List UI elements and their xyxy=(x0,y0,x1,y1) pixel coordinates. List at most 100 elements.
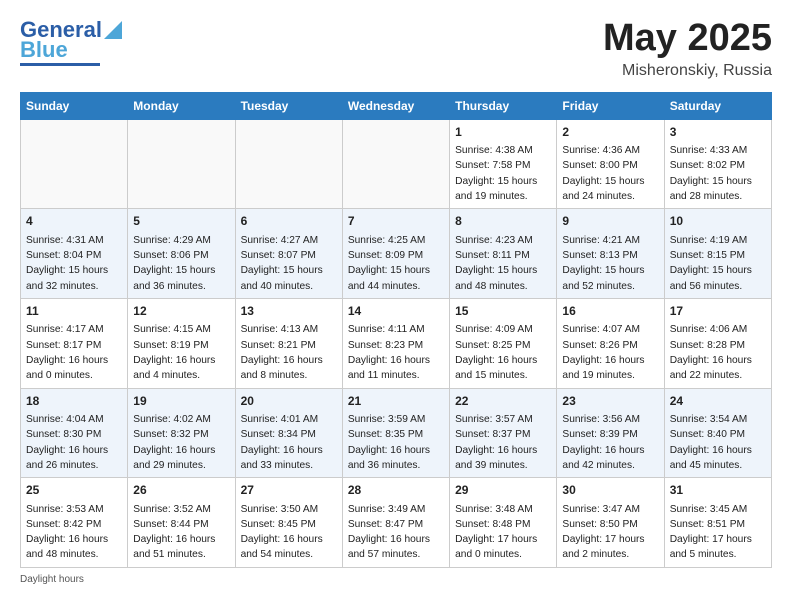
table-row: 27 Sunrise: 3:50 AM Sunset: 8:45 PM Dayli… xyxy=(235,478,342,568)
day-number: 24 xyxy=(670,393,766,410)
table-row: 12 Sunrise: 4:15 AM Sunset: 8:19 PM Dayli… xyxy=(128,298,235,388)
day-info: Sunrise: 4:29 AM Sunset: 8:06 PM Dayligh… xyxy=(133,233,229,294)
day-number: 14 xyxy=(348,303,444,320)
calendar-header-row: Sunday Monday Tuesday Wednesday Thursday… xyxy=(21,92,772,119)
table-row xyxy=(342,119,449,209)
logo-arrow-icon xyxy=(104,21,122,39)
footer-note: Daylight hours xyxy=(20,574,772,585)
day-info: Sunrise: 4:09 AM Sunset: 8:25 PM Dayligh… xyxy=(455,322,551,383)
logo: General Blue xyxy=(20,18,122,66)
day-number: 13 xyxy=(241,303,337,320)
col-saturday: Saturday xyxy=(664,92,771,119)
day-info: Sunrise: 3:50 AM Sunset: 8:45 PM Dayligh… xyxy=(241,502,337,563)
day-number: 16 xyxy=(562,303,658,320)
day-number: 5 xyxy=(133,213,229,230)
col-sunday: Sunday xyxy=(21,92,128,119)
table-row: 2 Sunrise: 4:36 AM Sunset: 8:00 PM Daylig… xyxy=(557,119,664,209)
day-number: 27 xyxy=(241,482,337,499)
table-row: 17 Sunrise: 4:06 AM Sunset: 8:28 PM Dayli… xyxy=(664,298,771,388)
table-row: 3 Sunrise: 4:33 AM Sunset: 8:02 PM Daylig… xyxy=(664,119,771,209)
day-number: 11 xyxy=(26,303,122,320)
col-tuesday: Tuesday xyxy=(235,92,342,119)
day-info: Sunrise: 3:47 AM Sunset: 8:50 PM Dayligh… xyxy=(562,502,658,563)
day-number: 31 xyxy=(670,482,766,499)
day-number: 22 xyxy=(455,393,551,410)
table-row: 1 Sunrise: 4:38 AM Sunset: 7:58 PM Daylig… xyxy=(450,119,557,209)
day-info: Sunrise: 3:59 AM Sunset: 8:35 PM Dayligh… xyxy=(348,412,444,473)
day-number: 15 xyxy=(455,303,551,320)
subtitle: Misheronskiy, Russia xyxy=(603,62,772,80)
day-number: 10 xyxy=(670,213,766,230)
table-row: 8 Sunrise: 4:23 AM Sunset: 8:11 PM Daylig… xyxy=(450,209,557,299)
day-info: Sunrise: 4:25 AM Sunset: 8:09 PM Dayligh… xyxy=(348,233,444,294)
table-row: 15 Sunrise: 4:09 AM Sunset: 8:25 PM Dayli… xyxy=(450,298,557,388)
table-row: 22 Sunrise: 3:57 AM Sunset: 8:37 PM Dayli… xyxy=(450,388,557,478)
day-number: 20 xyxy=(241,393,337,410)
table-row: 16 Sunrise: 4:07 AM Sunset: 8:26 PM Dayli… xyxy=(557,298,664,388)
day-info: Sunrise: 4:13 AM Sunset: 8:21 PM Dayligh… xyxy=(241,322,337,383)
table-row: 14 Sunrise: 4:11 AM Sunset: 8:23 PM Dayli… xyxy=(342,298,449,388)
day-info: Sunrise: 4:31 AM Sunset: 8:04 PM Dayligh… xyxy=(26,233,122,294)
table-row: 31 Sunrise: 3:45 AM Sunset: 8:51 PM Dayli… xyxy=(664,478,771,568)
table-row: 7 Sunrise: 4:25 AM Sunset: 8:09 PM Daylig… xyxy=(342,209,449,299)
day-info: Sunrise: 4:23 AM Sunset: 8:11 PM Dayligh… xyxy=(455,233,551,294)
table-row: 9Sunrise: 4:21 AM Sunset: 8:13 PM Daylig… xyxy=(557,209,664,299)
day-info: Sunrise: 4:01 AM Sunset: 8:34 PM Dayligh… xyxy=(241,412,337,473)
calendar-week-row: 11 Sunrise: 4:17 AM Sunset: 8:17 PM Dayli… xyxy=(21,298,772,388)
day-number: 1 xyxy=(455,124,551,141)
day-info: Sunrise: 4:06 AM Sunset: 8:28 PM Dayligh… xyxy=(670,322,766,383)
day-info: Sunrise: 4:38 AM Sunset: 7:58 PM Dayligh… xyxy=(455,143,551,204)
day-info: Sunrise: 3:45 AM Sunset: 8:51 PM Dayligh… xyxy=(670,502,766,563)
day-number: 8 xyxy=(455,213,551,230)
day-info: Sunrise: 4:15 AM Sunset: 8:19 PM Dayligh… xyxy=(133,322,229,383)
day-number: 28 xyxy=(348,482,444,499)
day-info: Sunrise: 3:49 AM Sunset: 8:47 PM Dayligh… xyxy=(348,502,444,563)
month-title: May 2025 xyxy=(603,18,772,60)
page: General Blue May 2025 Misheronskiy, Russ… xyxy=(0,0,792,612)
day-info: Sunrise: 3:57 AM Sunset: 8:37 PM Dayligh… xyxy=(455,412,551,473)
day-info: Sunrise: 3:54 AM Sunset: 8:40 PM Dayligh… xyxy=(670,412,766,473)
day-info: Sunrise: 3:56 AM Sunset: 8:39 PM Dayligh… xyxy=(562,412,658,473)
day-info: Sunrise: 4:11 AM Sunset: 8:23 PM Dayligh… xyxy=(348,322,444,383)
day-number: 17 xyxy=(670,303,766,320)
day-number: 25 xyxy=(26,482,122,499)
day-number: 2 xyxy=(562,124,658,141)
table-row: 29Sunrise: 3:48 AM Sunset: 8:48 PM Dayli… xyxy=(450,478,557,568)
logo-underline xyxy=(20,63,100,66)
day-info: Sunrise: 4:02 AM Sunset: 8:32 PM Dayligh… xyxy=(133,412,229,473)
calendar-table: Sunday Monday Tuesday Wednesday Thursday… xyxy=(20,92,772,568)
col-friday: Friday xyxy=(557,92,664,119)
day-number: 3 xyxy=(670,124,766,141)
table-row: 20 Sunrise: 4:01 AM Sunset: 8:34 PM Dayli… xyxy=(235,388,342,478)
table-row: 13 Sunrise: 4:13 AM Sunset: 8:21 PM Dayli… xyxy=(235,298,342,388)
day-info: Sunrise: 3:48 AM Sunset: 8:48 PM Dayligh… xyxy=(455,502,551,563)
table-row: 18Sunrise: 4:04 AM Sunset: 8:30 PM Dayli… xyxy=(21,388,128,478)
day-info: Sunrise: 4:07 AM Sunset: 8:26 PM Dayligh… xyxy=(562,322,658,383)
calendar-week-row: 25 Sunrise: 3:53 AM Sunset: 8:42 PM Dayli… xyxy=(21,478,772,568)
day-info: Sunrise: 4:19 AM Sunset: 8:15 PM Dayligh… xyxy=(670,233,766,294)
table-row: 25 Sunrise: 3:53 AM Sunset: 8:42 PM Dayli… xyxy=(21,478,128,568)
calendar-week-row: 4 Sunrise: 4:31 AM Sunset: 8:04 PM Daylig… xyxy=(21,209,772,299)
day-info: Sunrise: 4:36 AM Sunset: 8:00 PM Dayligh… xyxy=(562,143,658,204)
day-number: 4 xyxy=(26,213,122,230)
col-monday: Monday xyxy=(128,92,235,119)
day-number: 7 xyxy=(348,213,444,230)
table-row: 24 Sunrise: 3:54 AM Sunset: 8:40 PM Dayli… xyxy=(664,388,771,478)
calendar-week-row: 1 Sunrise: 4:38 AM Sunset: 7:58 PM Daylig… xyxy=(21,119,772,209)
day-info: Sunrise: 3:53 AM Sunset: 8:42 PM Dayligh… xyxy=(26,502,122,563)
day-number: 12 xyxy=(133,303,229,320)
header: General Blue May 2025 Misheronskiy, Russ… xyxy=(20,18,772,80)
day-info: Sunrise: 4:33 AM Sunset: 8:02 PM Dayligh… xyxy=(670,143,766,204)
day-number: 6 xyxy=(241,213,337,230)
day-info: Sunrise: 4:21 AM Sunset: 8:13 PM Dayligh… xyxy=(562,233,658,294)
table-row xyxy=(128,119,235,209)
col-wednesday: Wednesday xyxy=(342,92,449,119)
logo-blue-text: Blue xyxy=(20,38,68,62)
table-row: 10 Sunrise: 4:19 AM Sunset: 8:15 PM Dayli… xyxy=(664,209,771,299)
day-info: Sunrise: 4:04 AM Sunset: 8:30 PM Dayligh… xyxy=(26,412,122,473)
calendar-week-row: 18Sunrise: 4:04 AM Sunset: 8:30 PM Dayli… xyxy=(21,388,772,478)
day-info: Sunrise: 4:17 AM Sunset: 8:17 PM Dayligh… xyxy=(26,322,122,383)
day-number: 21 xyxy=(348,393,444,410)
table-row xyxy=(21,119,128,209)
day-number: 19 xyxy=(133,393,229,410)
